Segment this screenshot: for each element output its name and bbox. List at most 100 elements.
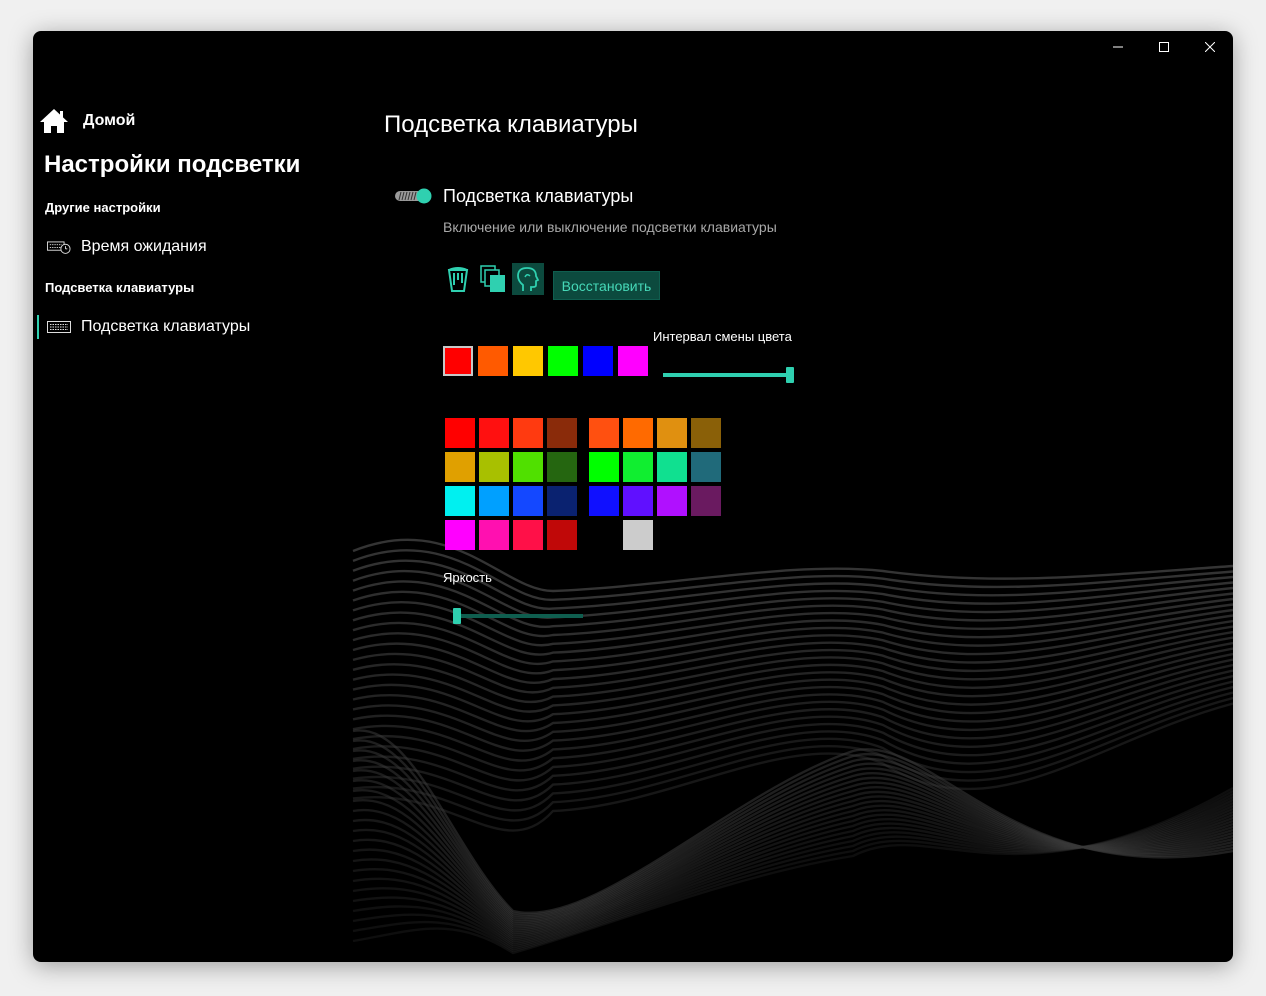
wave-line: [352, 691, 1233, 812]
wave-line: [352, 685, 1233, 802]
section-keyboard-backlight: Подсветка клавиатуры: [45, 280, 195, 295]
palette-swatch[interactable]: [623, 486, 653, 516]
interval-slider-thumb[interactable]: [786, 367, 794, 383]
palette-swatch[interactable]: [479, 418, 509, 448]
palette-swatch[interactable]: [479, 452, 509, 482]
wave-line: [352, 630, 1233, 704]
palette-swatch[interactable]: [445, 418, 475, 448]
backlight-toggle-description: Включение или выключение подсветки клави…: [443, 219, 777, 235]
wave-line: [352, 729, 1233, 914]
palette-swatch[interactable]: [513, 520, 543, 550]
minimize-button[interactable]: [1095, 31, 1141, 63]
wave-line: [352, 580, 1233, 629]
wave-line: [352, 663, 1233, 762]
keyboard-icon: [47, 319, 71, 335]
wave-line: [352, 808, 1233, 939]
interval-slider-fill: [663, 373, 790, 377]
palette-swatch[interactable]: [657, 418, 687, 448]
wave-line: [352, 807, 1233, 941]
palette-swatch[interactable]: [691, 418, 721, 448]
wave-line: [352, 614, 1233, 675]
selection-indicator: [37, 315, 39, 339]
wave-line: [352, 597, 1233, 647]
palette-swatch[interactable]: [691, 452, 721, 482]
wave-line: [352, 625, 1233, 694]
maximize-button[interactable]: [1141, 31, 1187, 63]
wave-line: [352, 792, 1233, 951]
paint-bucket-icon: [447, 267, 469, 292]
mode-breathing-button[interactable]: [512, 263, 544, 295]
restore-button[interactable]: Восстановить: [553, 271, 660, 300]
palette-swatch[interactable]: [547, 452, 577, 482]
wave-line: [352, 795, 1233, 933]
brightness-label: Яркость: [443, 570, 492, 585]
wave-line: [352, 739, 1233, 916]
brightness-slider-thumb[interactable]: [453, 608, 461, 624]
backlight-toggle[interactable]: [394, 188, 432, 204]
quick-color-swatch[interactable]: [513, 346, 543, 376]
backlight-toggle-label: Подсветка клавиатуры: [443, 186, 634, 206]
palette-swatch[interactable]: [691, 486, 721, 516]
wave-line: [352, 674, 1233, 782]
app-title: Настройки подсветки: [44, 151, 301, 178]
page-title: Подсветка клавиатуры: [384, 111, 638, 138]
wave-line: [352, 608, 1233, 666]
palette-swatch[interactable]: [445, 520, 475, 550]
quick-color-swatch[interactable]: [443, 346, 473, 376]
mode-cycle-button[interactable]: [477, 263, 509, 295]
quick-color-swatch[interactable]: [478, 346, 508, 376]
quick-color-swatch[interactable]: [548, 346, 578, 376]
wave-line: [352, 759, 1233, 920]
wave-line: [352, 781, 1233, 927]
palette-swatch[interactable]: [513, 452, 543, 482]
palette-swatch[interactable]: [479, 520, 509, 550]
palette-swatch[interactable]: [623, 520, 653, 550]
home-icon: [40, 109, 68, 133]
palette-swatch[interactable]: [657, 486, 687, 516]
palette-swatch[interactable]: [445, 486, 475, 516]
palette-swatch[interactable]: [589, 418, 619, 448]
palette-swatch[interactable]: [657, 452, 687, 482]
palette-swatch[interactable]: [547, 520, 577, 550]
palette-swatch[interactable]: [547, 486, 577, 516]
wave-line: [352, 798, 1233, 947]
wave-line: [352, 804, 1233, 943]
home-nav-item[interactable]: Домой: [39, 108, 135, 134]
wave-line: [352, 785, 1233, 929]
sidebar-item-label: Подсветка клавиатуры: [81, 318, 251, 335]
interval-label: Интервал смены цвета: [653, 329, 792, 344]
close-icon: [1205, 42, 1215, 52]
palette-swatch[interactable]: [513, 418, 543, 448]
palette-swatch[interactable]: [479, 486, 509, 516]
palette-swatch[interactable]: [445, 452, 475, 482]
palette-swatch[interactable]: [623, 418, 653, 448]
palette-swatch[interactable]: [589, 452, 619, 482]
wave-line: [352, 641, 1233, 723]
wave-line: [352, 702, 1233, 832]
wave-line: [352, 696, 1233, 822]
quick-color-swatch[interactable]: [618, 346, 648, 376]
quick-color-swatch[interactable]: [583, 346, 613, 376]
wave-line: [352, 795, 1233, 949]
section-other-settings: Другие настройки: [45, 200, 161, 215]
wave-line: [352, 658, 1233, 752]
wave-line: [352, 801, 1233, 945]
brightness-slider-track[interactable]: [454, 614, 583, 618]
palette-swatch[interactable]: [623, 452, 653, 482]
palette-swatch[interactable]: [513, 486, 543, 516]
sidebar-item-label: Время ожидания: [81, 238, 207, 255]
palette-swatch[interactable]: [547, 418, 577, 448]
wave-line: [352, 786, 1233, 955]
wave-line: [352, 680, 1233, 792]
wave-line: [352, 652, 1233, 743]
app-window: Домой Настройки подсветки Другие настрой…: [33, 31, 1233, 962]
sidebar-item-keyboard-backlight[interactable]: Подсветка клавиатуры: [47, 318, 250, 336]
color-layers-icon: [480, 265, 505, 292]
mode-static-button[interactable]: [442, 263, 474, 295]
palette-swatch[interactable]: [589, 486, 619, 516]
wave-line: [352, 790, 1233, 931]
wave-line: [352, 799, 1233, 935]
close-button[interactable]: [1187, 31, 1233, 63]
sidebar-item-timeout[interactable]: Время ожидания: [47, 238, 207, 256]
wave-line: [352, 749, 1233, 918]
